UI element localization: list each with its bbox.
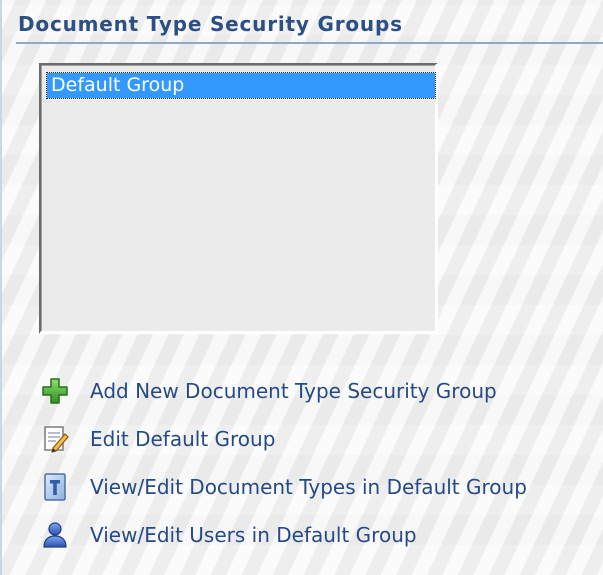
security-groups-panel: Document Type Security Groups Default Gr… — [0, 0, 603, 575]
view-edit-users-link[interactable]: View/Edit Users in Default Group — [40, 518, 600, 552]
view-edit-document-types-link[interactable]: View/Edit Document Types in Default Grou… — [40, 470, 600, 504]
edit-group-label: Edit Default Group — [90, 427, 276, 451]
view-edit-document-types-label: View/Edit Document Types in Default Grou… — [90, 475, 527, 499]
user-icon — [40, 520, 70, 550]
edit-group-link[interactable]: Edit Default Group — [40, 422, 600, 456]
list-option-default-group[interactable]: Default Group — [46, 72, 436, 99]
security-groups-listbox[interactable]: Default Group — [39, 63, 438, 334]
add-new-group-link[interactable]: Add New Document Type Security Group — [40, 374, 600, 408]
plus-icon — [40, 376, 70, 406]
add-new-group-label: Add New Document Type Security Group — [90, 379, 497, 403]
view-edit-users-label: View/Edit Users in Default Group — [90, 523, 417, 547]
panel-title: Document Type Security Groups — [18, 12, 403, 36]
document-type-icon — [40, 472, 70, 502]
edit-document-icon — [40, 424, 70, 454]
title-divider — [16, 42, 603, 44]
